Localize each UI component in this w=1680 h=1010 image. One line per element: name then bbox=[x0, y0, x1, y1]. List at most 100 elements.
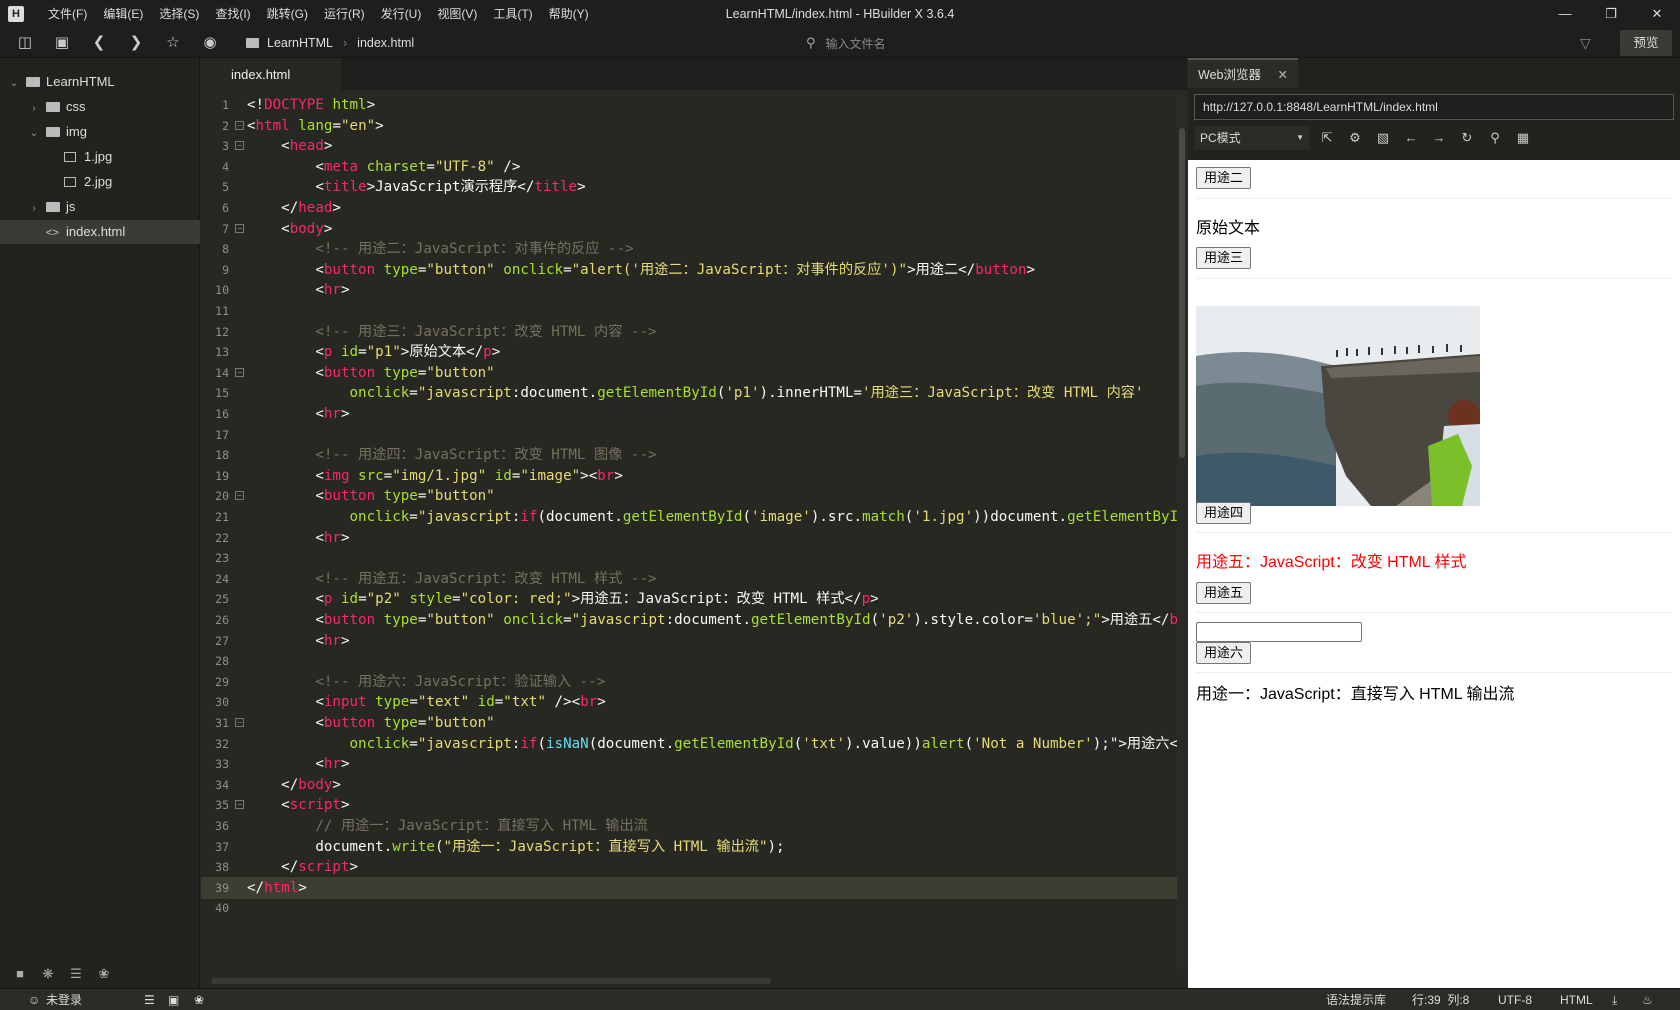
use2-button[interactable]: 用途二 bbox=[1196, 167, 1252, 189]
code-line[interactable]: 37 document.write("用途一：JavaScript：直接写入 H… bbox=[201, 836, 1187, 858]
editor-horizontal-scrollbar[interactable] bbox=[211, 978, 771, 984]
code-line[interactable]: 9 <button type="button" onclick="alert('… bbox=[201, 259, 1187, 281]
new-file-icon[interactable]: ◫ bbox=[13, 31, 37, 55]
code-line[interactable]: 16 <hr> bbox=[201, 403, 1187, 425]
use4-button[interactable]: 用途四 bbox=[1196, 502, 1252, 524]
code-line[interactable]: 12 <!-- 用途三：JavaScript：改变 HTML 内容 --> bbox=[201, 321, 1187, 343]
code-line[interactable]: 3− <head> bbox=[201, 135, 1187, 157]
fold-toggle-icon[interactable]: − bbox=[235, 367, 244, 377]
menu-item[interactable]: 跳转(G) bbox=[259, 0, 316, 28]
editor-vertical-scrollbar[interactable] bbox=[1177, 90, 1187, 970]
code-line[interactable]: 27 <hr> bbox=[201, 630, 1187, 652]
outline-icon[interactable]: ☰ bbox=[144, 989, 155, 1010]
code-line[interactable]: 22 <hr> bbox=[201, 527, 1187, 549]
settings-gear-icon[interactable]: ⚙ bbox=[1344, 126, 1366, 150]
filter-icon[interactable]: ▽ bbox=[1580, 31, 1591, 55]
bookmark-star-icon[interactable]: ☆ bbox=[161, 31, 185, 55]
code-line[interactable]: 15 onclick="javascript:document.getEleme… bbox=[201, 382, 1187, 404]
tree-item[interactable]: ⌄ LearnHTML bbox=[0, 70, 200, 94]
fold-toggle-icon[interactable]: − bbox=[235, 718, 244, 727]
code-line[interactable]: 31− <button type="button" bbox=[201, 712, 1187, 734]
code-line[interactable]: 19 <img src="img/1.jpg" id="image"><br> bbox=[201, 465, 1187, 487]
tree-item[interactable]: 2.jpg bbox=[0, 170, 200, 194]
code-line[interactable]: 14− <button type="button" bbox=[201, 362, 1187, 384]
code-line[interactable]: 30 <input type="text" id="txt" /><br> bbox=[201, 691, 1187, 713]
code-line[interactable]: 10 <hr> bbox=[201, 279, 1187, 301]
tree-item[interactable]: › js bbox=[0, 195, 200, 219]
chevron-down-icon[interactable]: ⌄ bbox=[8, 72, 20, 96]
lock-icon[interactable]: ⚲ bbox=[1484, 126, 1506, 150]
code-editor[interactable]: index.html 1 <!DOCTYPE html> 2− <html lang=… bbox=[201, 58, 1187, 988]
file-search-input[interactable]: ⚲ 输入文件名 bbox=[806, 31, 1206, 55]
code-line[interactable]: 40 bbox=[201, 897, 1187, 919]
menu-item[interactable]: 选择(S) bbox=[151, 0, 207, 28]
code-line[interactable]: 32 onclick="javascript:if(isNaN(document… bbox=[201, 733, 1187, 755]
open-external-icon[interactable]: ⇱ bbox=[1316, 126, 1338, 150]
search-panel-icon[interactable]: ☰ bbox=[68, 966, 84, 982]
code-line[interactable]: 39 </html> bbox=[201, 876, 1187, 899]
code-line[interactable]: 1 <!DOCTYPE html> bbox=[201, 94, 1187, 116]
code-line[interactable]: 5 <title>JavaScript演示程序</title> bbox=[201, 176, 1187, 198]
code-line[interactable]: 25 <p id="p2" style="color: red;">用途五：Ja… bbox=[201, 588, 1187, 610]
code-area[interactable]: 1 <!DOCTYPE html> 2− <html lang="en"> 3− <he… bbox=[201, 90, 1187, 970]
plugin-icon[interactable]: ❀ bbox=[96, 966, 112, 982]
use6-button[interactable]: 用途六 bbox=[1196, 642, 1252, 664]
login-status[interactable]: 未登录 bbox=[46, 989, 82, 1010]
code-line[interactable]: 2− <html lang="en"> bbox=[201, 115, 1187, 137]
code-line[interactable]: 21 onclick="javascript:if(document.getEl… bbox=[201, 506, 1187, 528]
breadcrumb-file[interactable]: index.html bbox=[357, 36, 414, 50]
syntax-library[interactable]: 语法提示库 bbox=[1326, 989, 1386, 1010]
number-text-input[interactable] bbox=[1196, 622, 1362, 642]
tree-item[interactable]: ⌄ img bbox=[0, 120, 200, 144]
console-icon[interactable]: ▧ bbox=[1372, 126, 1394, 150]
menu-item[interactable]: 工具(T) bbox=[485, 0, 540, 28]
device-mode-select[interactable]: PC模式 ▼ bbox=[1194, 126, 1310, 150]
language-mode[interactable]: HTML bbox=[1560, 989, 1593, 1010]
code-line[interactable]: 33 <hr> bbox=[201, 753, 1187, 775]
code-line[interactable]: 28 bbox=[201, 650, 1187, 672]
scrollbar-thumb[interactable] bbox=[1179, 128, 1185, 458]
debug-icon[interactable]: ❋ bbox=[40, 966, 56, 982]
forward-icon[interactable]: ❯ bbox=[124, 31, 148, 55]
code-line[interactable]: 11 bbox=[201, 300, 1187, 322]
code-line[interactable]: 6 </head> bbox=[201, 197, 1187, 219]
chevron-down-icon[interactable]: ⌄ bbox=[28, 122, 40, 146]
menu-item[interactable]: 查找(I) bbox=[207, 0, 258, 28]
run-icon[interactable]: ◉ bbox=[198, 31, 222, 55]
menu-item[interactable]: 帮助(Y) bbox=[541, 0, 597, 28]
use3-button[interactable]: 用途三 bbox=[1196, 247, 1252, 269]
code-line[interactable]: 24 <!-- 用途五：JavaScript：改变 HTML 样式 --> bbox=[201, 568, 1187, 590]
menu-item[interactable]: 编辑(E) bbox=[95, 0, 151, 28]
code-line[interactable]: 8 <!-- 用途二：JavaScript：对事件的反应 --> bbox=[201, 238, 1187, 260]
tree-item[interactable]: <> index.html bbox=[0, 220, 200, 244]
project-manager-icon[interactable]: ■ bbox=[12, 966, 28, 982]
url-input[interactable]: http://127.0.0.1:8848/LearnHTML/index.ht… bbox=[1194, 94, 1674, 120]
tree-item[interactable]: › css bbox=[0, 95, 200, 119]
preview-button[interactable]: 预览 bbox=[1620, 30, 1672, 56]
code-line[interactable]: 35− <script> bbox=[201, 794, 1187, 816]
chevron-right-icon[interactable]: › bbox=[28, 97, 40, 121]
code-line[interactable]: 17 bbox=[201, 424, 1187, 446]
chevron-right-icon[interactable]: › bbox=[28, 197, 40, 221]
code-line[interactable]: 18 <!-- 用途四：JavaScript：改变 HTML 图像 --> bbox=[201, 444, 1187, 466]
fold-toggle-icon[interactable]: − bbox=[235, 491, 244, 501]
code-line[interactable]: 29 <!-- 用途六：JavaScript：验证输入 --> bbox=[201, 671, 1187, 693]
code-line[interactable]: 26 <button type="button" onclick="javasc… bbox=[201, 609, 1187, 631]
refresh-icon[interactable]: ↻ bbox=[1456, 126, 1478, 150]
notification-bell-icon[interactable]: ♨ bbox=[1642, 989, 1653, 1010]
menu-item[interactable]: 文件(F) bbox=[40, 0, 95, 28]
code-line[interactable]: 38 </script> bbox=[201, 856, 1187, 878]
code-line[interactable]: 13 <p id="p1">原始文本</p> bbox=[201, 341, 1187, 363]
menu-item[interactable]: 发行(U) bbox=[373, 0, 430, 28]
back-icon[interactable]: ❮ bbox=[87, 31, 111, 55]
code-line[interactable]: 7− <body> bbox=[201, 218, 1187, 240]
plugin-status-icon[interactable]: ❀ bbox=[194, 989, 204, 1010]
arrow-left-icon[interactable]: ← bbox=[1400, 126, 1422, 150]
code-line[interactable]: 20− <button type="button" bbox=[201, 485, 1187, 507]
cursor-position[interactable]: 行:39 列:8 bbox=[1412, 989, 1469, 1010]
breadcrumb-project[interactable]: LearnHTML bbox=[267, 36, 333, 50]
tree-item[interactable]: 1.jpg bbox=[0, 145, 200, 169]
menu-item[interactable]: 运行(R) bbox=[316, 0, 373, 28]
minimize-icon[interactable]: — bbox=[1542, 0, 1588, 28]
restore-icon[interactable]: ❐ bbox=[1588, 0, 1634, 28]
